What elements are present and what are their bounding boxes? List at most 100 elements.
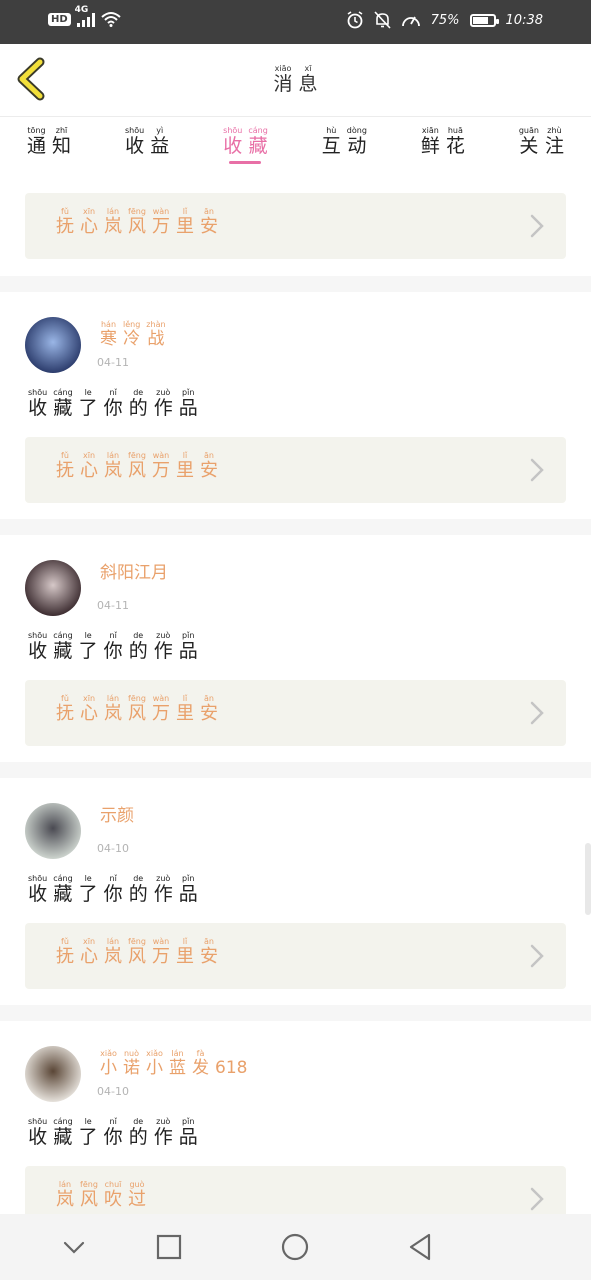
hanzi: 动	[347, 135, 367, 157]
work-card-top[interactable]: fǔ 抚 xīn 心 lán 岚 fēng 风 wàn 万 lǐ 里 ān 安	[25, 193, 566, 259]
ruby-char: lán 岚	[56, 1180, 74, 1210]
hanzi: 示颜	[100, 806, 134, 827]
user-name[interactable]: 斜阳江月	[97, 563, 171, 583]
hanzi: 你	[103, 397, 123, 419]
hanzi: 小	[100, 1058, 117, 1078]
hanzi: 你	[103, 1126, 123, 1148]
ruby-char: le 了	[79, 631, 98, 662]
avatar[interactable]	[25, 317, 81, 373]
ruby-char: tōng 通	[27, 126, 46, 157]
user-name[interactable]: xiǎo 小 nuò 诺 xiǎo 小 lán 蓝 fà 发 618	[97, 1049, 250, 1078]
work-title: lán 岚 fēng 风 chuī 吹 guò 过	[53, 1180, 149, 1210]
action-text: shōu 收 cáng 藏 le 了 nǐ 你 de 的 zuò 作 pǐn 品	[25, 388, 201, 419]
hanzi: 通	[27, 135, 47, 157]
tab-4[interactable]: xiān 鲜 huā 花	[418, 118, 468, 172]
tab-underline	[525, 161, 557, 164]
ruby-char: wàn 万	[152, 207, 170, 237]
hanzi: 风	[128, 460, 146, 481]
ruby-char: lán 蓝	[169, 1049, 186, 1078]
wifi-icon	[101, 12, 121, 27]
ruby-char: fà 发	[192, 1049, 209, 1078]
work-title: fǔ 抚 xīn 心 lán 岚 fēng 风 wàn 万 lǐ 里 ān 安	[53, 207, 221, 237]
hanzi: 的	[128, 640, 148, 662]
hanzi: 安	[200, 703, 218, 724]
chevron-right-icon	[530, 701, 544, 725]
avatar[interactable]	[25, 1046, 81, 1102]
triangle-back-icon[interactable]	[405, 1232, 435, 1262]
hanzi: 藏	[248, 135, 268, 157]
ruby-char: hù 互	[322, 126, 341, 157]
system-nav-bar	[0, 1214, 591, 1280]
hanzi: 抚	[56, 216, 74, 237]
ruby-char: cáng 藏	[53, 631, 72, 662]
ruby-char: le 了	[79, 874, 98, 905]
hanzi: 品	[178, 397, 198, 419]
hanzi: 了	[78, 397, 98, 419]
ruby-char: cáng 藏	[53, 388, 72, 419]
ruby-char: zuò 作	[154, 874, 173, 905]
hanzi: 里	[176, 460, 194, 481]
ruby-char: shōu 收	[28, 388, 47, 419]
tab-1[interactable]: shōu 收 yì 益	[122, 118, 172, 172]
hanzi: 岚	[56, 1189, 74, 1210]
ruby-char: le 了	[79, 388, 98, 419]
ruby-char: zhù 注	[545, 126, 564, 157]
hanzi: 鲜	[420, 135, 440, 157]
square-icon[interactable]	[154, 1232, 184, 1262]
chevron-right-icon	[530, 214, 544, 238]
work-card[interactable]: fǔ 抚 xīn 心 lán 岚 fēng 风 wàn 万 lǐ 里 ān 安	[25, 680, 566, 746]
ruby-char: cáng 藏	[53, 1117, 72, 1148]
ruby-char: xiān 鲜	[421, 126, 440, 157]
hanzi: 的	[128, 883, 148, 905]
ruby-char: cáng 藏	[248, 126, 267, 157]
ruby-char: lán 岚	[104, 451, 122, 481]
ruby-char: zhī 知	[52, 126, 71, 157]
tab-2[interactable]: shōu 收 cáng 藏	[220, 118, 271, 172]
ruby-char: ān 安	[200, 207, 218, 237]
ruby-char: wàn 万	[152, 937, 170, 967]
work-title: fǔ 抚 xīn 心 lán 岚 fēng 风 wàn 万 lǐ 里 ān 安	[53, 451, 221, 481]
avatar[interactable]	[25, 803, 81, 859]
tab-label: hù 互 dòng 动	[319, 126, 370, 157]
user-name[interactable]: 示颜	[97, 806, 137, 826]
user-name[interactable]: hán 寒 lěng 冷 zhàn 战	[97, 320, 169, 349]
tab-5[interactable]: guān 关 zhù 注	[516, 118, 567, 172]
hd-badge: HD	[48, 12, 71, 26]
hanzi: 收	[28, 1126, 48, 1148]
hanzi: 互	[321, 135, 341, 157]
hanzi: 万	[152, 946, 170, 967]
ruby-char: wàn 万	[152, 451, 170, 481]
chevron-down-icon[interactable]	[59, 1232, 89, 1262]
hanzi: 万	[152, 216, 170, 237]
ruby-char: nǐ 你	[104, 1117, 123, 1148]
tab-0[interactable]: tōng 通 zhī 知	[24, 118, 74, 172]
section-gap	[0, 519, 591, 535]
hanzi: 心	[80, 946, 98, 967]
scrollbar[interactable]	[585, 843, 591, 915]
avatar[interactable]	[25, 560, 81, 616]
hanzi: 安	[200, 460, 218, 481]
ruby-char: xiǎo 小	[100, 1049, 117, 1078]
hanzi: 万	[152, 703, 170, 724]
ruby-char: lán 岚	[104, 207, 122, 237]
ruby-char: 斜阳江月	[100, 564, 168, 583]
ruby-char: ān 安	[200, 937, 218, 967]
hanzi: 岚	[104, 460, 122, 481]
hanzi: 抚	[56, 703, 74, 724]
date: 04-11	[97, 356, 129, 369]
hanzi: 收	[125, 135, 145, 157]
work-card[interactable]: fǔ 抚 xīn 心 lán 岚 fēng 风 wàn 万 lǐ 里 ān 安	[25, 437, 566, 503]
circle-icon[interactable]	[280, 1232, 310, 1262]
hanzi: 里	[176, 946, 194, 967]
hanzi: 里	[176, 703, 194, 724]
hanzi: 消	[273, 73, 293, 95]
tab-3[interactable]: hù 互 dòng 动	[319, 118, 370, 172]
hanzi: 风	[80, 1189, 98, 1210]
ruby-char: xī 息	[299, 64, 318, 95]
tab-underline	[33, 161, 65, 164]
hanzi: 斜阳江月	[100, 563, 168, 584]
ruby-char: lǐ 里	[176, 207, 194, 237]
chevron-right-icon	[530, 944, 544, 968]
work-card[interactable]: fǔ 抚 xīn 心 lán 岚 fēng 风 wàn 万 lǐ 里 ān 安	[25, 923, 566, 989]
hanzi: 吹	[104, 1189, 122, 1210]
